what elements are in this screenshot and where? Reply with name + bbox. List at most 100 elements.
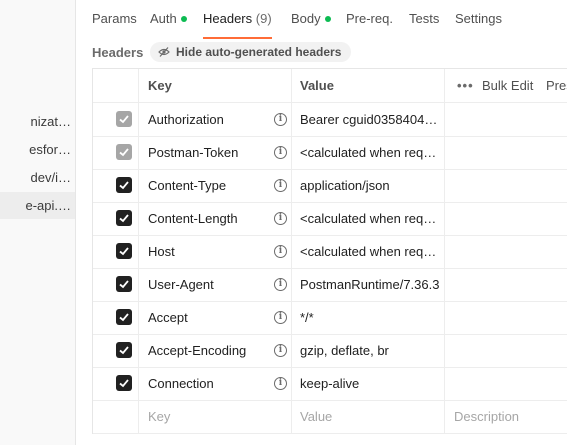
value-cell[interactable]: gzip, deflate, br <box>292 334 445 367</box>
key-cell[interactable]: Host i <box>139 235 292 268</box>
check-icon <box>119 280 129 289</box>
info-icon[interactable]: i <box>274 212 287 225</box>
tab-params[interactable]: Params <box>92 11 137 36</box>
checkbox[interactable] <box>116 375 132 391</box>
description-cell[interactable] <box>445 202 567 235</box>
new-key-input[interactable]: Key <box>139 400 292 433</box>
info-icon[interactable]: i <box>274 377 287 390</box>
check-cell <box>93 202 139 235</box>
status-dot-icon <box>180 15 187 22</box>
check-icon <box>119 313 129 322</box>
header-value: keep-alive <box>300 376 360 391</box>
value-cell[interactable]: Bearer cguid0358404… <box>292 103 445 136</box>
headers-section-title: Headers <box>92 45 144 60</box>
check-icon <box>119 214 129 223</box>
checkbox[interactable] <box>116 210 132 226</box>
hide-auto-generated-headers-button[interactable]: Hide auto-generated headers <box>150 42 352 62</box>
tab-pre-request[interactable]: Pre-req. <box>346 11 393 36</box>
tab-label: Settings <box>455 11 502 26</box>
table-row: Authorization i Bearer cguid0358404… <box>93 103 567 137</box>
key-cell[interactable]: Accept-Encoding i <box>139 334 292 367</box>
checkbox[interactable] <box>116 342 132 358</box>
tab-auth[interactable]: Auth <box>150 11 187 36</box>
checkbox[interactable] <box>116 276 132 292</box>
info-icon[interactable]: i <box>274 311 287 324</box>
value-cell[interactable]: PostmanRuntime/7.36.3 <box>292 268 445 301</box>
new-header-row: Key Value Description <box>93 400 567 434</box>
key-cell[interactable]: Connection i <box>139 367 292 400</box>
check-icon <box>119 148 129 157</box>
check-cell <box>93 169 139 202</box>
header-value: <calculated when requ… <box>300 211 440 226</box>
value-cell[interactable]: <calculated when requ… <box>292 136 445 169</box>
description-cell[interactable] <box>445 103 567 136</box>
key-cell[interactable]: Content-Type i <box>139 169 292 202</box>
sidebar-item-2[interactable]: dev/i… <box>0 164 75 191</box>
key-placeholder: Key <box>148 409 171 424</box>
presets-button[interactable]: Pres <box>546 69 567 102</box>
info-icon[interactable]: i <box>274 344 287 357</box>
description-cell[interactable] <box>445 169 567 202</box>
tab-settings[interactable]: Settings <box>455 11 502 36</box>
key-cell[interactable]: User-Agent i <box>139 268 292 301</box>
tab-label: Body <box>291 11 321 26</box>
info-icon[interactable]: i <box>274 245 287 258</box>
checkbox[interactable] <box>116 111 132 127</box>
tab-headers[interactable]: Headers (9) <box>203 11 272 39</box>
value-cell[interactable]: <calculated when requ… <box>292 235 445 268</box>
more-options-icon[interactable]: ••• <box>457 69 474 102</box>
sidebar-item-3[interactable]: e-api.… <box>0 192 75 219</box>
column-label: Key <box>148 78 172 93</box>
description-cell[interactable] <box>445 136 567 169</box>
description-cell[interactable] <box>445 268 567 301</box>
header-value: PostmanRuntime/7.36.3 <box>300 277 440 292</box>
column-header-actions: ••• Bulk Edit Pres <box>445 69 567 102</box>
header-check-cell <box>93 69 139 102</box>
key-cell[interactable]: Postman-Token i <box>139 136 292 169</box>
tab-label: Headers <box>203 11 253 26</box>
checkbox[interactable] <box>116 177 132 193</box>
new-value-input[interactable]: Value <box>292 400 445 433</box>
check-icon <box>119 247 129 256</box>
header-key: Accept-Encoding <box>148 343 247 358</box>
checkbox[interactable] <box>116 144 132 160</box>
status-dot-icon <box>324 15 331 22</box>
info-icon[interactable]: i <box>274 113 287 126</box>
bulk-edit-button[interactable]: Bulk Edit <box>482 69 533 102</box>
value-cell[interactable]: <calculated when requ… <box>292 202 445 235</box>
header-key: Postman-Token <box>148 145 239 160</box>
sidebar-item-label: esfor… <box>29 142 71 157</box>
description-cell[interactable] <box>445 235 567 268</box>
header-key: Connection <box>148 376 214 391</box>
description-cell[interactable] <box>445 301 567 334</box>
new-description-input[interactable]: Description <box>445 400 567 433</box>
key-cell[interactable]: Accept i <box>139 301 292 334</box>
table-row: User-Agent i PostmanRuntime/7.36.3 <box>93 268 567 302</box>
checkbox[interactable] <box>116 309 132 325</box>
column-header-value: Value <box>292 69 445 102</box>
info-icon[interactable]: i <box>274 146 287 159</box>
tab-body[interactable]: Body <box>291 11 331 36</box>
table-row: Postman-Token i <calculated when requ… <box>93 136 567 170</box>
value-cell[interactable]: application/json <box>292 169 445 202</box>
info-icon[interactable]: i <box>274 278 287 291</box>
header-key: Authorization <box>148 112 224 127</box>
table-header-row: Key Value ••• Bulk Edit Pres <box>93 69 567 103</box>
key-cell[interactable]: Content-Length i <box>139 202 292 235</box>
sidebar-item-1[interactable]: esfor… <box>0 136 75 163</box>
description-cell[interactable] <box>445 367 567 400</box>
info-icon[interactable]: i <box>274 179 287 192</box>
value-cell[interactable]: */* <box>292 301 445 334</box>
table-row: Connection i keep-alive <box>93 367 567 401</box>
checkbox[interactable] <box>116 243 132 259</box>
hide-button-label: Hide auto-generated headers <box>176 45 342 59</box>
tab-tests[interactable]: Tests <box>409 11 439 36</box>
check-cell <box>93 367 139 400</box>
key-cell[interactable]: Authorization i <box>139 103 292 136</box>
sidebar-item-0[interactable]: nizat… <box>0 108 75 135</box>
header-key: User-Agent <box>148 277 214 292</box>
check-cell <box>93 400 139 433</box>
tab-label: Pre-req. <box>346 11 393 26</box>
description-cell[interactable] <box>445 334 567 367</box>
value-cell[interactable]: keep-alive <box>292 367 445 400</box>
